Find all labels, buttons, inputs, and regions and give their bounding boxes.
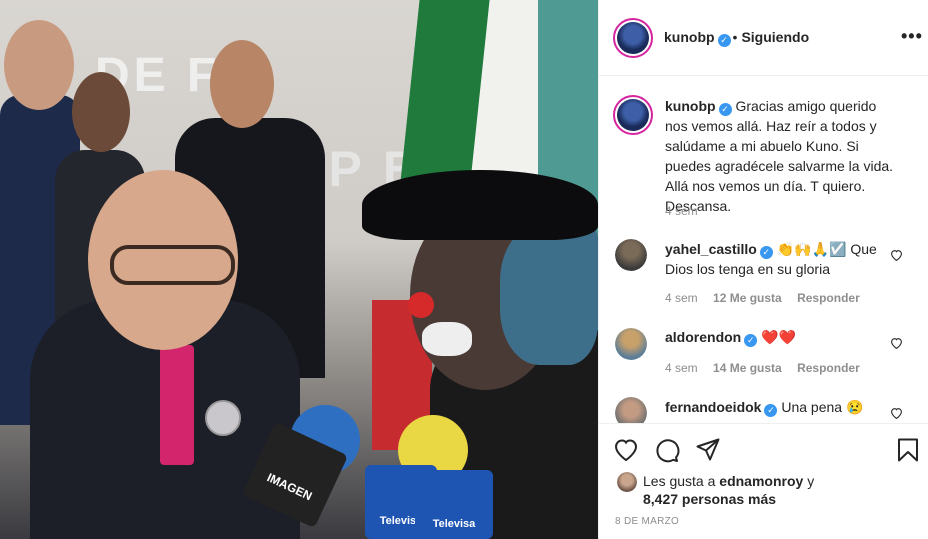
comment-time[interactable]: 4 sem bbox=[665, 291, 698, 305]
post-header: kunobp ✓ • Siguiendo ••• bbox=[599, 0, 928, 76]
comment-bubble-icon[interactable] bbox=[654, 437, 680, 463]
verified-badge-icon: ✓ bbox=[759, 246, 773, 259]
following-button[interactable]: Siguiendo bbox=[741, 29, 809, 45]
comment-like-heart-icon[interactable] bbox=[890, 337, 903, 349]
comment-username[interactable]: fernandoeidok bbox=[665, 399, 761, 415]
post-side-panel: kunobp ✓ • Siguiendo ••• kunobp ✓ Gracias am… bbox=[598, 0, 928, 539]
author-avatar[interactable] bbox=[613, 18, 653, 58]
comment-text: fernandoeidok ✓ Una pena 😢 bbox=[665, 397, 895, 417]
person-woman-head bbox=[72, 72, 130, 152]
comment-username[interactable]: aldorendon bbox=[665, 329, 741, 345]
clown-nose bbox=[408, 292, 434, 318]
comment-meta: 4 sem 12 Me gusta Responder bbox=[665, 291, 872, 305]
comment-text: yahel_castillo ✓ 👏🙌🙏☑️ Que Dios los tenga… bbox=[665, 239, 895, 279]
header-author-line: kunobp ✓ • Siguiendo bbox=[664, 29, 809, 47]
mic-televisa-box-2: Televisa bbox=[415, 470, 493, 539]
post-actions: Les gusta a ednamonroy y 8,427 personas … bbox=[599, 423, 928, 539]
likes-count[interactable]: 8,427 personas más bbox=[643, 491, 776, 507]
comment-body: ❤️❤️ bbox=[761, 329, 796, 345]
commenter-avatar[interactable] bbox=[615, 239, 647, 271]
person-bearded-head bbox=[210, 40, 274, 128]
comments-list[interactable]: kunobp ✓ Gracias amigo querido nos vemos … bbox=[599, 77, 928, 423]
post-date[interactable]: 8 DE MARZO bbox=[615, 516, 679, 527]
comment-body: Una pena 😢 bbox=[781, 399, 864, 415]
comment-like-heart-icon[interactable] bbox=[890, 407, 903, 419]
person-left-head bbox=[4, 20, 74, 110]
verified-badge-icon: ✓ bbox=[717, 34, 731, 47]
reply-button[interactable]: Responder bbox=[797, 291, 860, 305]
paper-plane-icon[interactable] bbox=[695, 437, 721, 463]
interviewee-tie bbox=[160, 345, 194, 465]
caption-meta: 4 sem bbox=[665, 204, 710, 218]
caption-time[interactable]: 4 sem bbox=[665, 204, 698, 218]
caption-body: Gracias amigo querido nos vemos allá. Ha… bbox=[665, 98, 894, 214]
caption-username[interactable]: kunobp bbox=[665, 98, 716, 114]
author-username[interactable]: kunobp bbox=[664, 29, 715, 45]
mic-televisa-label: Televisa bbox=[432, 518, 476, 530]
comment-meta: 4 sem 14 Me gusta Responder bbox=[665, 361, 872, 375]
reply-button[interactable]: Responder bbox=[797, 361, 860, 375]
likes-summary: Les gusta a ednamonroy y 8,427 personas … bbox=[643, 472, 814, 508]
liked-by-prefix: Les gusta a bbox=[643, 473, 716, 489]
lapel-pin bbox=[205, 400, 241, 436]
liked-by-suffix: y bbox=[807, 473, 815, 489]
bookmark-icon[interactable] bbox=[895, 437, 921, 463]
caption-text: kunobp ✓ Gracias amigo querido nos vemos … bbox=[665, 96, 895, 216]
commenter-avatar[interactable] bbox=[615, 397, 647, 423]
comment-text: aldorendon ✓ ❤️❤️ bbox=[665, 327, 895, 347]
comment-likes[interactable]: 12 Me gusta bbox=[713, 291, 782, 305]
comment-like-heart-icon[interactable] bbox=[890, 249, 903, 261]
caption-avatar[interactable] bbox=[613, 95, 653, 135]
interviewee-glasses bbox=[110, 245, 235, 285]
mic-imagen-label: IMAGEN bbox=[264, 470, 315, 504]
comment-likes[interactable]: 14 Me gusta bbox=[713, 361, 782, 375]
clown-hair bbox=[500, 225, 598, 365]
clown-cap bbox=[362, 170, 598, 240]
liker-avatar[interactable] bbox=[617, 472, 637, 492]
separator-dot: • bbox=[732, 29, 738, 45]
verified-badge-icon: ✓ bbox=[718, 103, 732, 116]
liked-by-user[interactable]: ednamonroy bbox=[719, 473, 803, 489]
verified-badge-icon: ✓ bbox=[744, 334, 758, 347]
more-options-icon[interactable]: ••• bbox=[901, 27, 923, 45]
post-photo[interactable]: DE F OMP ESO IMAGEN Televisa Televisa bbox=[0, 0, 598, 539]
verified-badge-icon: ✓ bbox=[764, 404, 778, 417]
commenter-avatar[interactable] bbox=[615, 328, 647, 360]
clown-mouth bbox=[422, 322, 472, 356]
comment-time[interactable]: 4 sem bbox=[665, 361, 698, 375]
heart-outline-icon[interactable] bbox=[613, 437, 639, 463]
comment-username[interactable]: yahel_castillo bbox=[665, 241, 757, 257]
